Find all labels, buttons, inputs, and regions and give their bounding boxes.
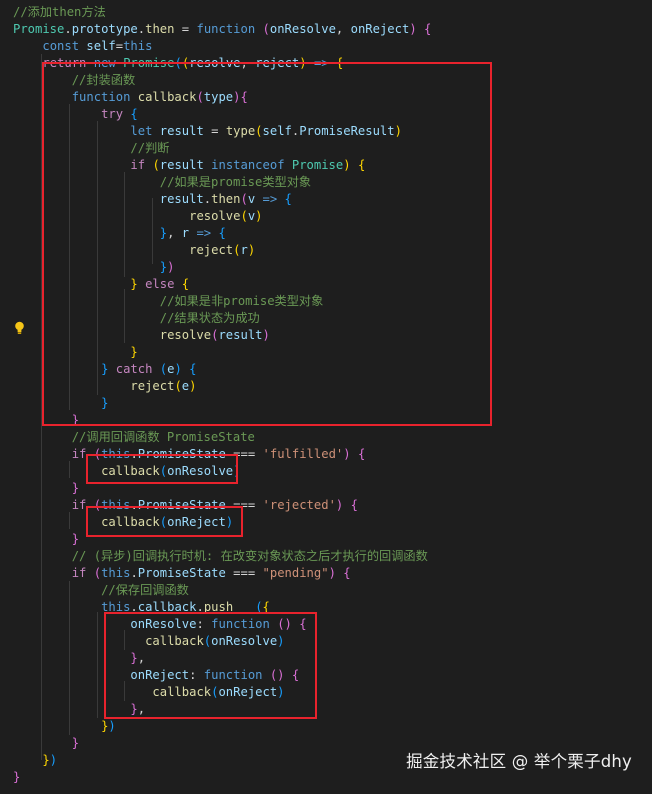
code-token: { xyxy=(350,498,358,512)
code-token: ) xyxy=(343,447,351,461)
code-line[interactable]: // (异步)回调执行时机: 在改变对象状态之后才执行的回调函数 xyxy=(13,548,428,565)
code-line[interactable]: //保存回调函数 xyxy=(13,582,189,599)
code-token: ) xyxy=(49,753,58,767)
code-token: if xyxy=(71,566,87,580)
code-token: . xyxy=(137,22,146,36)
code-token: } xyxy=(71,481,80,495)
code-line[interactable]: } xyxy=(13,480,79,497)
code-token: ( xyxy=(93,566,102,580)
highlight-push-handlers xyxy=(104,612,317,719)
code-token: } xyxy=(42,753,50,767)
code-token: } xyxy=(71,532,80,546)
code-token: onReject xyxy=(350,22,410,36)
code-token: ) xyxy=(108,719,116,733)
code-line[interactable]: } xyxy=(13,531,79,548)
code-token: //添加then方法 xyxy=(13,5,106,19)
code-token: then xyxy=(145,22,175,36)
code-token: if xyxy=(71,447,87,461)
code-token: ) xyxy=(409,22,417,36)
code-token: "pending" xyxy=(262,566,329,580)
code-token: , xyxy=(335,22,351,36)
code-token: ) xyxy=(328,566,336,580)
code-token: onResolve xyxy=(269,22,336,36)
code-token: } xyxy=(71,736,80,750)
code-token: { xyxy=(343,566,351,580)
code-token: = xyxy=(115,39,124,53)
code-token: . xyxy=(64,22,72,36)
code-token: this xyxy=(123,39,153,53)
code-token: //保存回调函数 xyxy=(101,583,189,597)
code-token: prototype xyxy=(71,22,138,36)
highlight-callback-onresolve xyxy=(86,454,238,484)
code-token: const xyxy=(42,39,80,53)
code-line[interactable]: Promise.prototype.then = function (onRes… xyxy=(13,21,431,38)
code-line[interactable]: }) xyxy=(13,752,57,769)
watermark: 掘金技术社区 @ 举个栗子dhy xyxy=(406,752,632,771)
code-token: { xyxy=(424,22,432,36)
code-line[interactable]: } xyxy=(13,735,79,752)
code-token: ( xyxy=(262,22,270,36)
code-line[interactable]: } xyxy=(13,769,20,786)
code-token: this xyxy=(101,566,131,580)
code-token: if xyxy=(71,498,87,512)
code-token: //调用回调函数 PromiseState xyxy=(71,430,255,444)
code-token: Promise xyxy=(13,22,65,36)
lightbulb-icon[interactable] xyxy=(14,321,25,335)
code-token: PromiseState xyxy=(137,566,226,580)
code-line[interactable]: }) xyxy=(13,718,116,735)
code-editor[interactable]: //添加then方法 Promise.prototype.then = funct… xyxy=(0,0,652,794)
code-line[interactable]: //调用回调函数 PromiseState xyxy=(13,429,255,446)
code-token: = xyxy=(174,22,197,36)
code-token: function xyxy=(196,22,256,36)
code-token: . xyxy=(130,566,138,580)
code-line[interactable]: const self=this xyxy=(13,38,152,55)
highlight-callback-function xyxy=(42,62,492,426)
code-token: { xyxy=(357,447,366,461)
code-token: } xyxy=(13,770,21,784)
highlight-callback-onreject xyxy=(86,506,243,537)
code-token: === xyxy=(225,566,263,580)
code-token: 'rejected' xyxy=(262,498,336,512)
code-line[interactable]: if (this.PromiseState === "pending") { xyxy=(13,565,351,582)
code-line[interactable]: //添加then方法 xyxy=(13,4,106,21)
code-token: self xyxy=(86,39,116,53)
code-token: // (异步)回调执行时机: 在改变对象状态之后才执行的回调函数 xyxy=(71,549,428,563)
code-token: 'fulfilled' xyxy=(262,447,344,461)
